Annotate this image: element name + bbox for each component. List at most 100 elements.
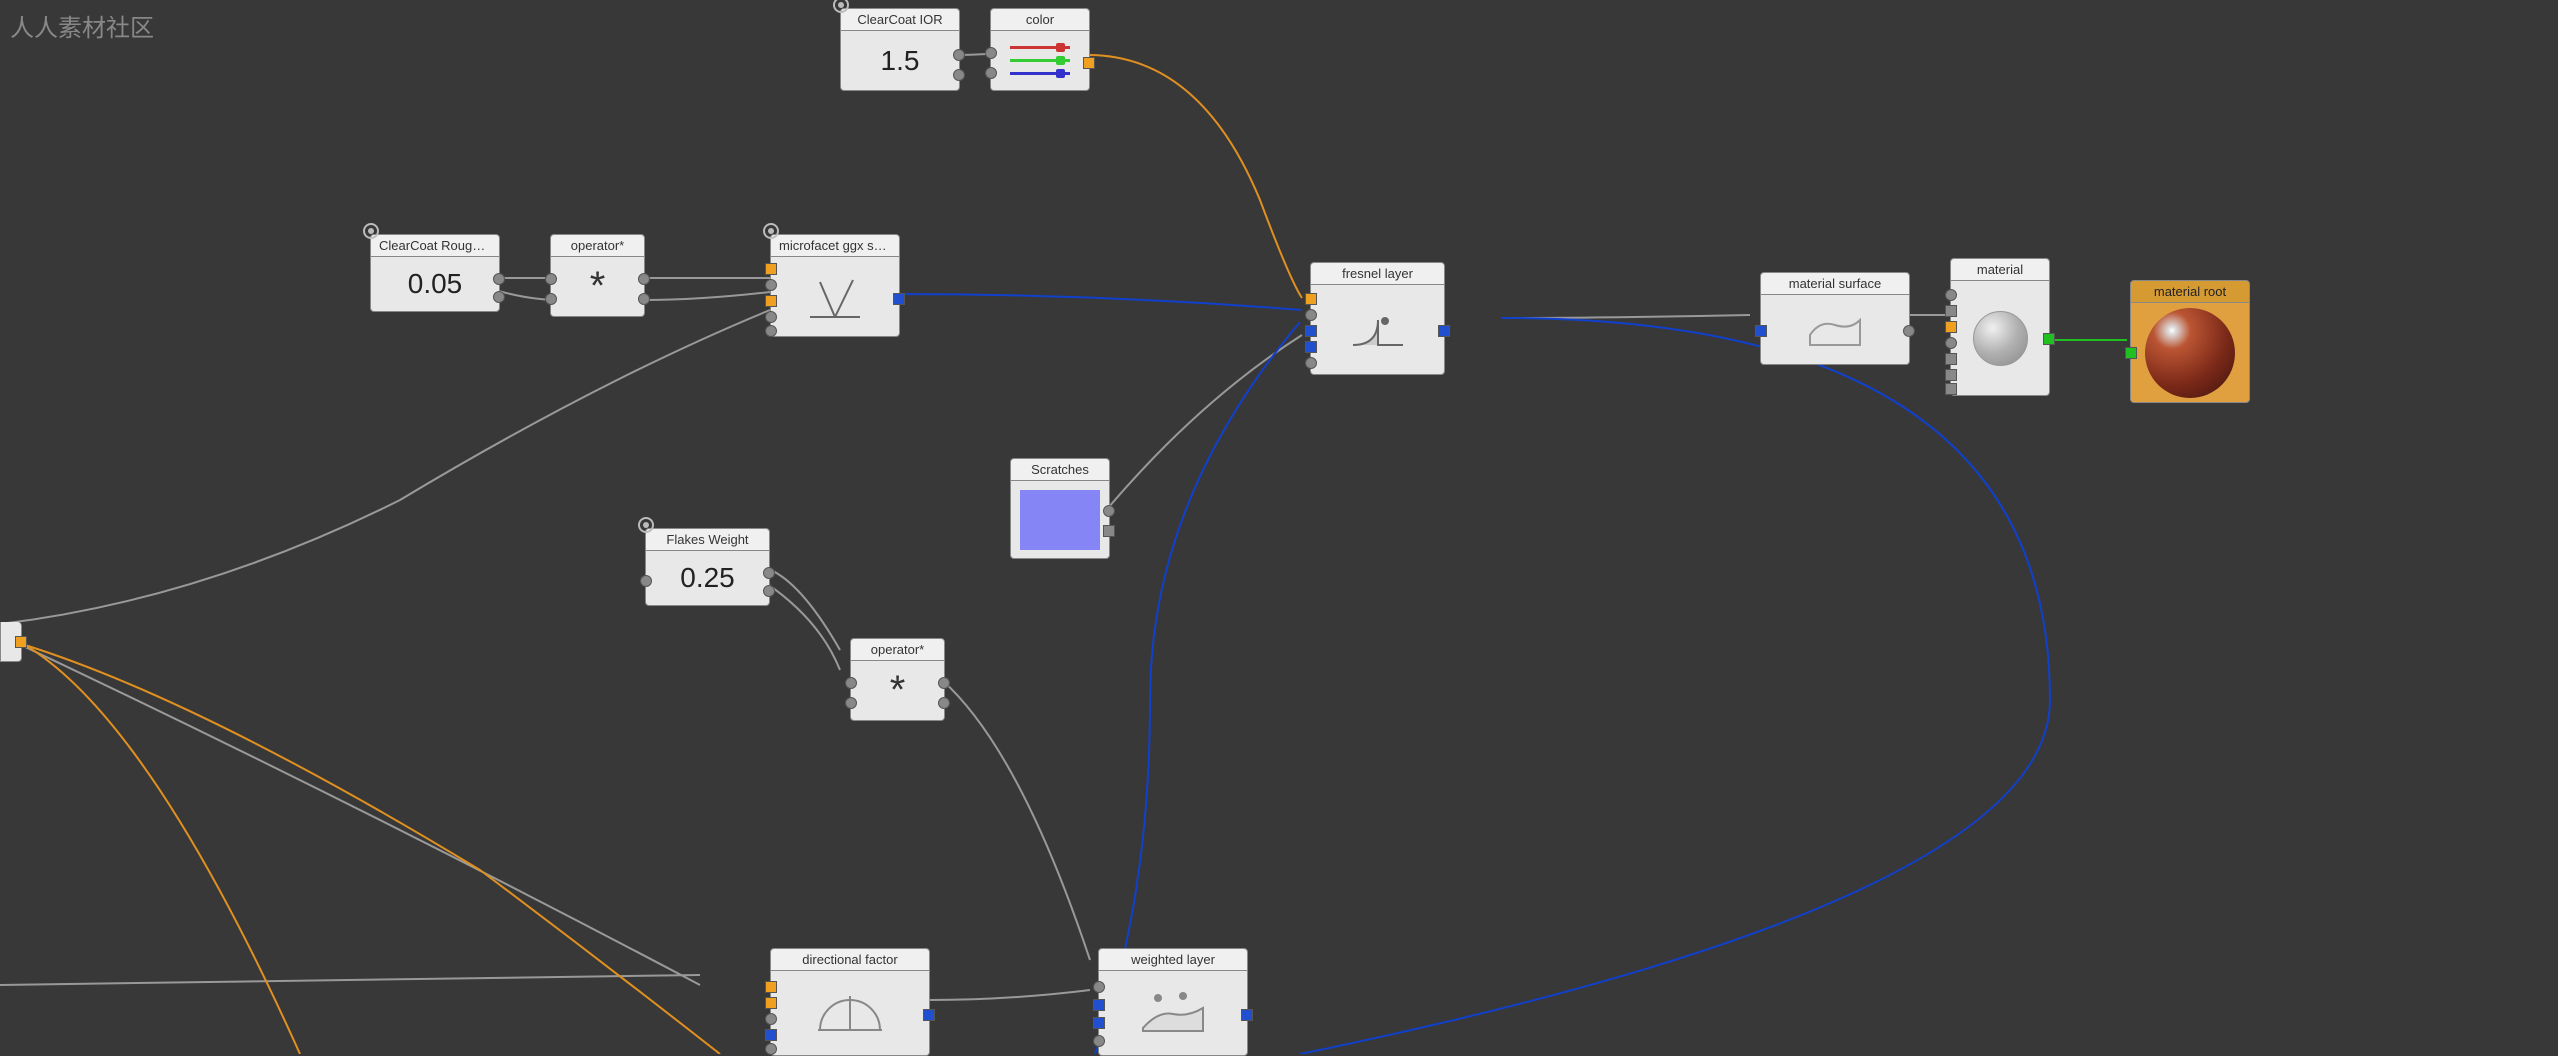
output-port[interactable] [953,49,965,61]
output-port[interactable] [1241,1009,1253,1021]
input-port[interactable] [765,1029,777,1041]
input-port[interactable] [1305,325,1317,337]
input-port[interactable] [1945,383,1957,395]
weighted-layer-icon [1133,986,1213,1041]
input-port[interactable] [1945,289,1957,301]
input-port[interactable] [1305,357,1317,369]
directional-factor-icon [810,988,890,1038]
node-clearcoat-ior[interactable]: ClearCoat IOR 1.5 [840,8,960,91]
output-port[interactable] [938,697,950,709]
input-port[interactable] [1305,309,1317,321]
ior-value[interactable]: 1.5 [866,35,935,87]
output-port[interactable] [15,636,27,648]
input-port[interactable] [765,1043,777,1055]
input-port[interactable] [1945,321,1957,333]
connection-lines [0,0,2558,1054]
output-port[interactable] [953,69,965,81]
input-port[interactable] [2125,347,2137,359]
output-port[interactable] [493,273,505,285]
microfacet-icon [805,272,865,322]
input-port[interactable] [765,997,777,1009]
input-port[interactable] [1945,369,1957,381]
input-port[interactable] [1305,341,1317,353]
input-port[interactable] [1093,1035,1105,1047]
roughness-value[interactable]: 0.05 [393,258,478,310]
output-port[interactable] [2043,333,2055,345]
node-title: microfacet ggx sm... [770,234,900,257]
node-title: operator* [550,234,645,257]
input-port[interactable] [845,697,857,709]
input-port[interactable] [545,273,557,285]
multiply-icon: * [890,668,906,713]
input-port[interactable] [765,295,777,307]
node-clearcoat-roughness[interactable]: ClearCoat Roughn... 0.05 [370,234,500,312]
output-port[interactable] [1438,325,1450,337]
node-directional-factor[interactable]: directional factor [770,948,930,1056]
input-port[interactable] [640,575,652,587]
input-port[interactable] [1093,1017,1105,1029]
fresnel-icon [1343,305,1413,355]
output-port[interactable] [638,293,650,305]
material-preview-sphere [2145,308,2235,398]
node-title: operator* [850,638,945,661]
output-port[interactable] [923,1009,935,1021]
output-port[interactable] [638,273,650,285]
node-title: Flakes Weight [645,528,770,551]
flakes-weight-value[interactable]: 0.25 [665,552,750,604]
node-microfacet-ggx[interactable]: microfacet ggx sm... [770,234,900,337]
input-port[interactable] [1945,353,1957,365]
watermark-text: 人人素材社区 [10,8,154,43]
input-port[interactable] [765,325,777,337]
input-port[interactable] [1093,981,1105,993]
input-port[interactable] [985,47,997,59]
output-port[interactable] [763,585,775,597]
node-title: material [1950,258,2050,281]
node-color[interactable]: color [990,8,1090,91]
node-title: material root [2130,280,2250,303]
output-port[interactable] [938,677,950,689]
input-port[interactable] [1755,325,1767,337]
node-title: Scratches [1010,458,1110,481]
scratches-color-swatch[interactable] [1020,490,1100,550]
input-port[interactable] [1945,305,1957,317]
input-port[interactable] [1945,337,1957,349]
input-port[interactable] [845,677,857,689]
node-title: color [990,8,1090,31]
node-title: weighted layer [1098,948,1248,971]
input-port[interactable] [1093,999,1105,1011]
output-port[interactable] [893,293,905,305]
node-scratches[interactable]: Scratches [1010,458,1110,559]
surface-icon [1800,305,1870,355]
node-material-surface[interactable]: material surface [1760,272,1910,365]
input-port[interactable] [765,1013,777,1025]
input-port[interactable] [545,293,557,305]
input-port[interactable] [765,981,777,993]
input-port[interactable] [1305,293,1317,305]
node-marker-icon [362,222,380,240]
output-port[interactable] [493,291,505,303]
node-operator-multiply-2[interactable]: operator* * [850,638,945,721]
node-title: material surface [1760,272,1910,295]
output-port[interactable] [763,567,775,579]
node-operator-multiply-1[interactable]: operator* * [550,234,645,317]
input-port[interactable] [765,279,777,291]
node-material-root[interactable]: material root [2130,280,2250,403]
node-marker-icon [832,0,850,14]
node-material[interactable]: material [1950,258,2050,396]
node-flakes-weight[interactable]: Flakes Weight 0.25 [645,528,770,606]
node-title: fresnel layer [1310,262,1445,285]
output-port[interactable] [1083,57,1095,69]
node-edge-source[interactable] [0,622,22,662]
input-port[interactable] [985,67,997,79]
multiply-icon: * [590,264,606,309]
output-port[interactable] [1103,525,1115,537]
node-fresnel-layer[interactable]: fresnel layer [1310,262,1445,375]
input-port[interactable] [765,311,777,323]
input-port[interactable] [765,263,777,275]
output-port[interactable] [1103,505,1115,517]
output-port[interactable] [1903,325,1915,337]
material-sphere-icon [1973,311,2028,366]
node-title: ClearCoat Roughn... [370,234,500,257]
node-marker-icon [762,222,780,240]
node-weighted-layer[interactable]: weighted layer [1098,948,1248,1056]
